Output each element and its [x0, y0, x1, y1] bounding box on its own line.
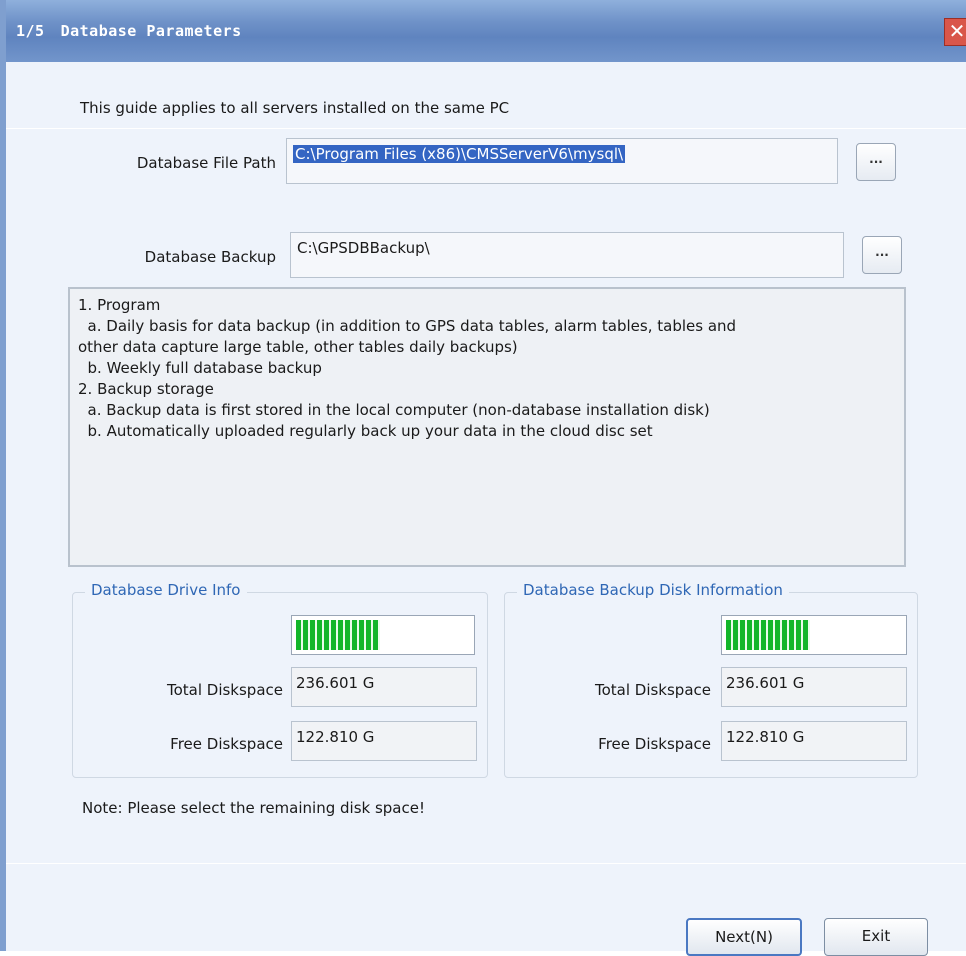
backup-disk-usage-fill [726, 620, 811, 650]
db-file-path-value: C:\Program Files (x86)\CMSServerV6\mysql… [293, 145, 626, 163]
backup-disk-total-label: Total Diskspace [594, 681, 711, 699]
drive-usage-fill [296, 620, 380, 650]
backup-disk-usage-bar [721, 615, 907, 655]
title-bar[interactable]: 1/5 Database Parameters ✕ [6, 0, 966, 62]
bottom-separator [6, 863, 966, 864]
info-line: other data capture large table, other ta… [78, 338, 518, 356]
drive-total-value: 236.601 G [291, 667, 477, 707]
backup-info-box: 1. Program a. Daily basis for data backu… [68, 287, 906, 567]
db-file-path-browse-button[interactable]: ... [856, 143, 896, 181]
info-line: b. Automatically uploaded regularly back… [78, 422, 653, 440]
backup-disk-info-group: Database Backup Disk Information Total D… [504, 581, 918, 778]
db-file-path-input[interactable]: C:\Program Files (x86)\CMSServerV6\mysql… [286, 138, 838, 184]
close-icon: ✕ [948, 19, 966, 43]
step-indicator: 1/5 [16, 22, 45, 40]
drive-usage-bar [291, 615, 475, 655]
drive-info-group: Database Drive Info Total Diskspace 236.… [72, 581, 488, 778]
window-title-text: Database Parameters [60, 22, 242, 40]
disk-space-note: Note: Please select the remaining disk s… [82, 799, 425, 817]
db-backup-input[interactable]: C:\GPSDBBackup\ [290, 232, 844, 278]
window-title: 1/5 Database Parameters [16, 22, 242, 40]
info-line: a. Backup data is first stored in the lo… [78, 401, 710, 419]
info-line: a. Daily basis for data backup (in addit… [78, 317, 737, 335]
drive-total-label: Total Diskspace [166, 681, 283, 699]
dialog-content: This guide applies to all servers instal… [6, 62, 966, 956]
backup-disk-total-value: 236.601 G [721, 667, 907, 707]
guide-text: This guide applies to all servers instal… [80, 99, 510, 117]
top-separator [6, 128, 966, 129]
info-line: 2. Backup storage [78, 380, 214, 398]
drive-free-value: 122.810 G [291, 721, 477, 761]
database-parameters-dialog: 1/5 Database Parameters ✕ This guide appl… [0, 0, 966, 956]
close-button[interactable]: ✕ [944, 18, 966, 46]
db-backup-label: Database Backup [144, 248, 276, 266]
db-backup-value: C:\GPSDBBackup\ [297, 239, 430, 257]
exit-button[interactable]: Exit [824, 918, 928, 956]
info-line: b. Weekly full database backup [78, 359, 322, 377]
backup-disk-free-value: 122.810 G [721, 721, 907, 761]
info-line: 1. Program [78, 296, 161, 314]
backup-disk-free-label: Free Diskspace [598, 735, 711, 753]
db-backup-browse-button[interactable]: ... [862, 236, 902, 274]
drive-free-label: Free Diskspace [170, 735, 283, 753]
drive-info-title: Database Drive Info [85, 581, 247, 599]
db-file-path-label: Database File Path [136, 154, 276, 172]
next-button[interactable]: Next(N) [686, 918, 802, 956]
backup-disk-info-title: Database Backup Disk Information [517, 581, 789, 599]
